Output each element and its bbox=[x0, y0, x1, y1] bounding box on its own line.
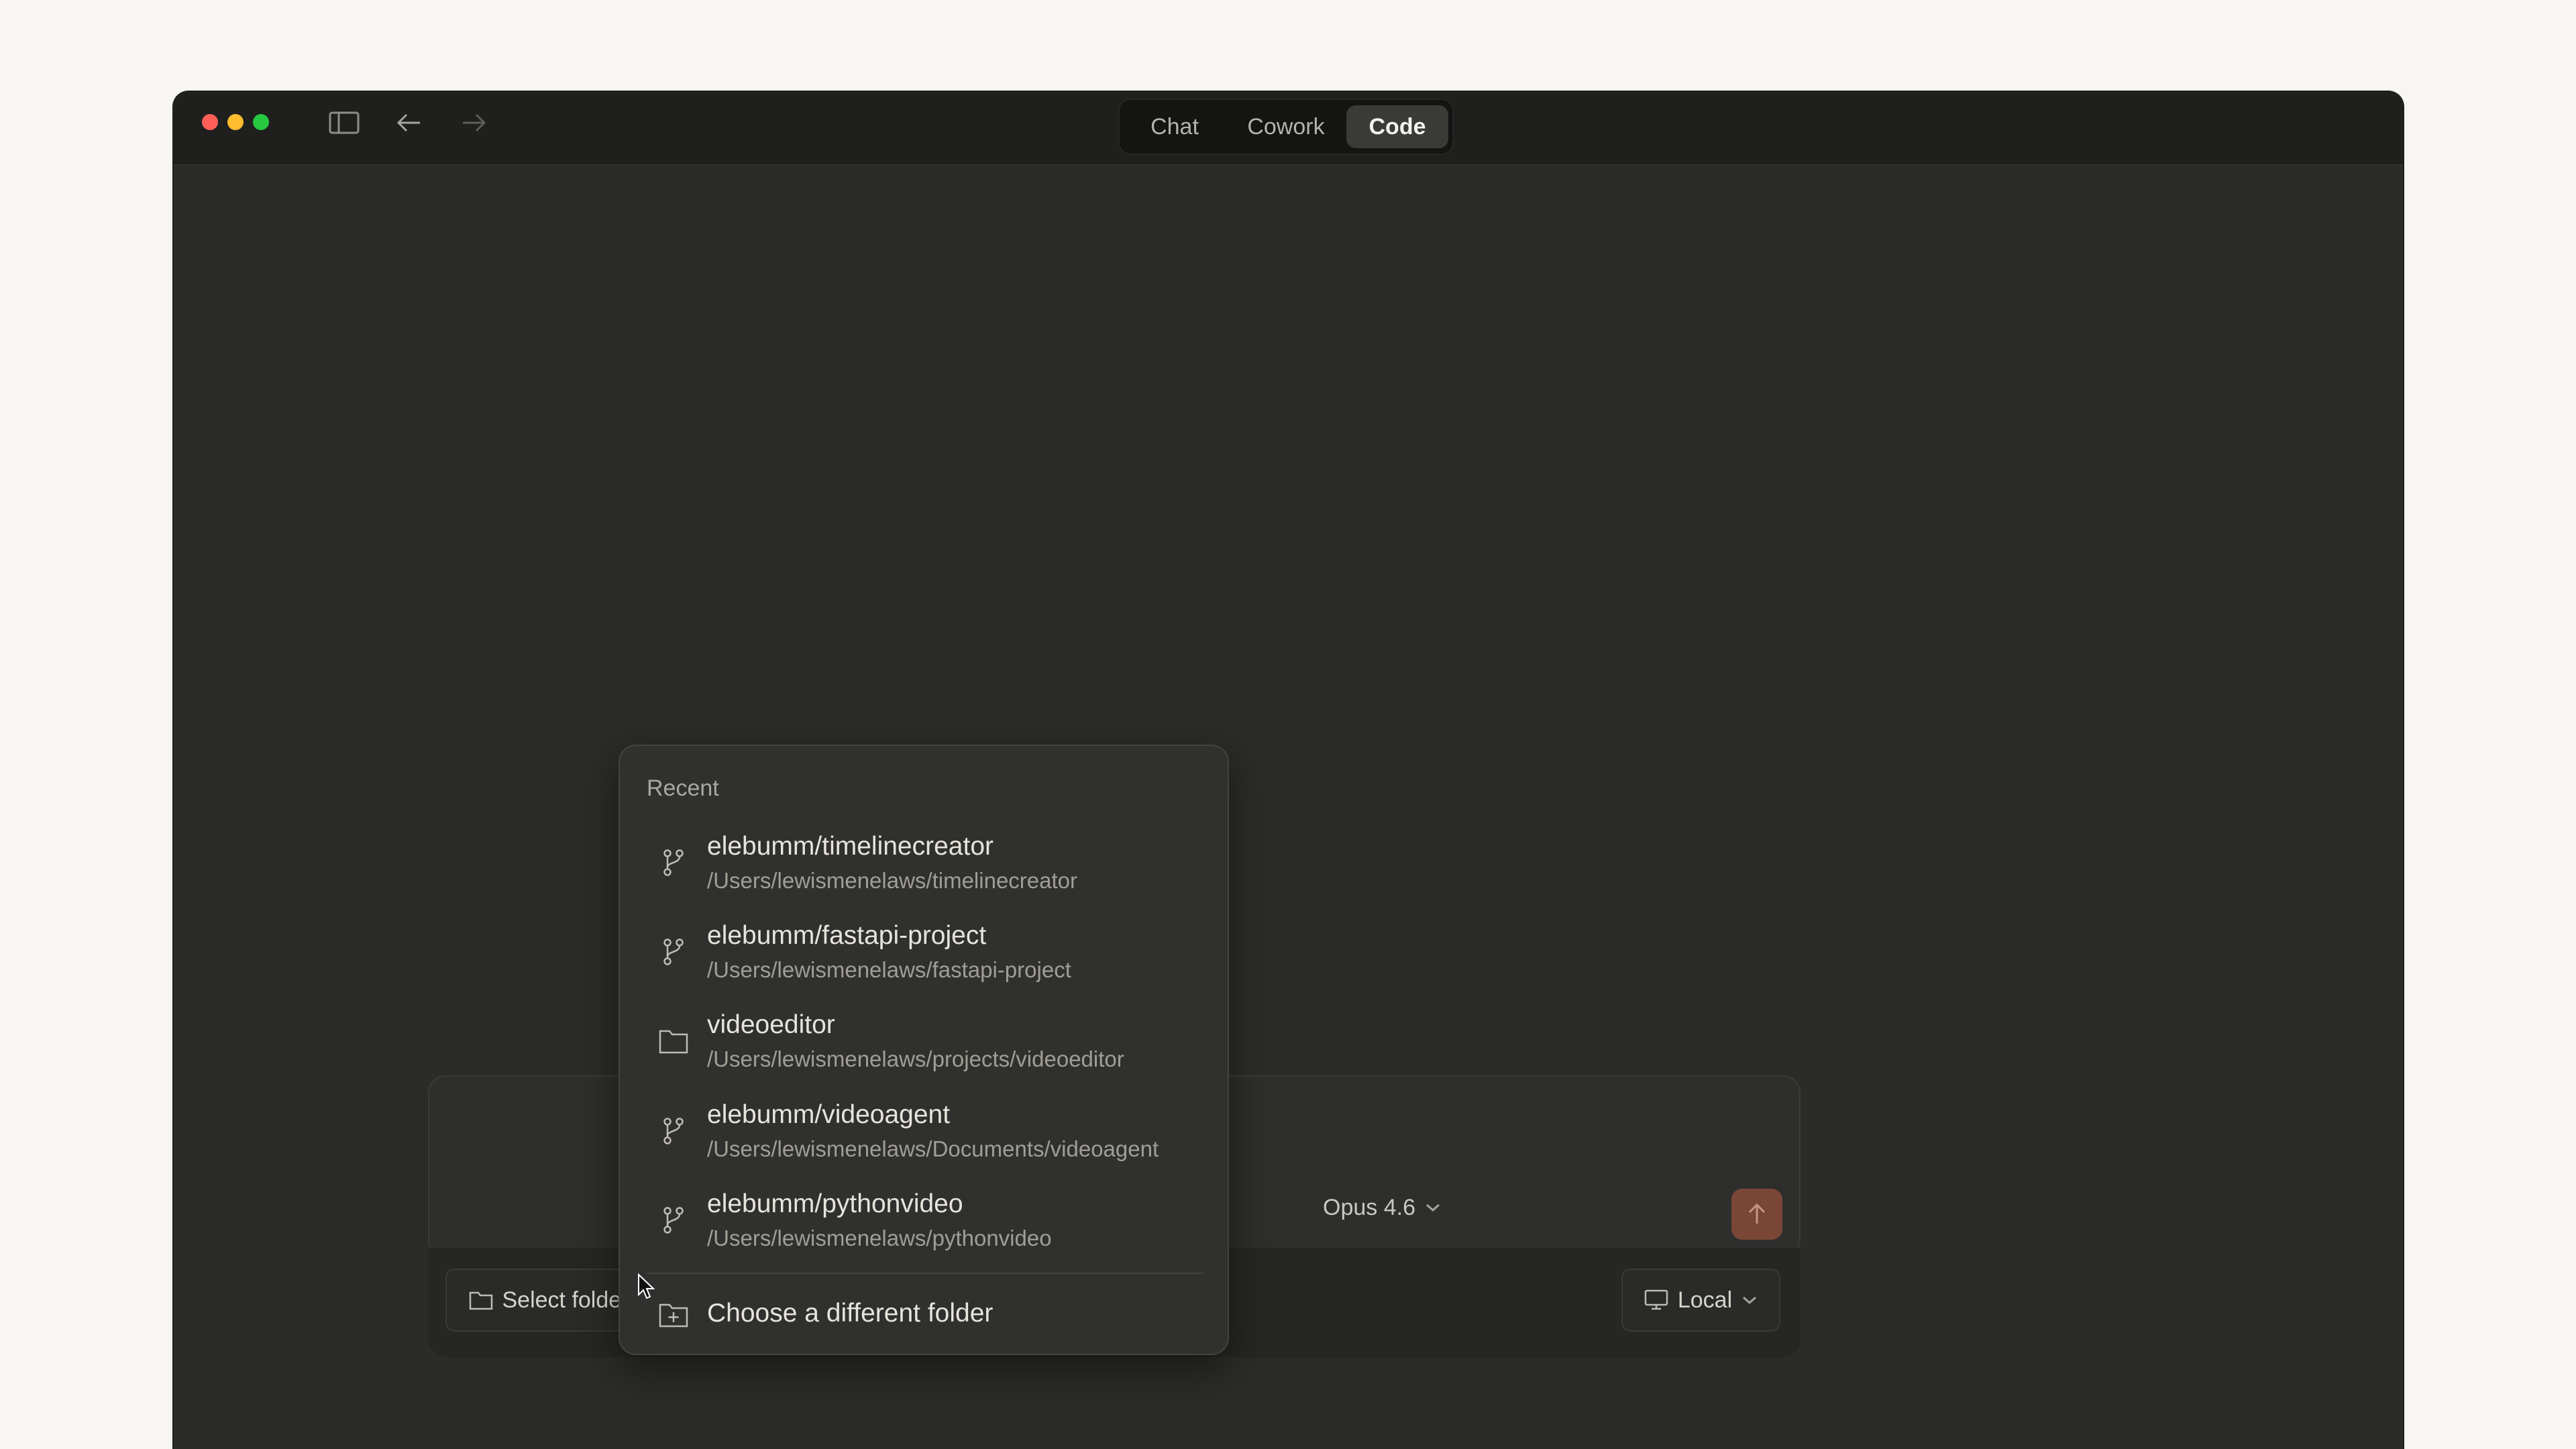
recent-folder-item[interactable]: videoeditor /Users/lewismenelaws/project… bbox=[628, 1000, 1221, 1085]
model-selector[interactable]: Opus 4.6 bbox=[1323, 1190, 1441, 1225]
select-folder-label: Select folder bbox=[502, 1287, 629, 1313]
folder-path: /Users/lewismenelaws/pythonvideo bbox=[707, 1226, 1052, 1250]
recent-folder-item[interactable]: elebumm/timelinecreator /Users/lewismene… bbox=[628, 821, 1221, 907]
dropdown-divider bbox=[647, 1273, 1203, 1274]
folder-name: elebumm/timelinecreator bbox=[707, 832, 994, 861]
folder-name: videoeditor bbox=[707, 1010, 835, 1039]
minimize-window-button[interactable] bbox=[227, 114, 244, 130]
model-label: Opus 4.6 bbox=[1323, 1194, 1415, 1220]
folder-icon bbox=[469, 1291, 492, 1310]
folder-plus-icon bbox=[656, 1297, 691, 1332]
folder-path: /Users/lewismenelaws/fastapi-project bbox=[707, 957, 1071, 982]
arrow-right-icon[interactable] bbox=[458, 109, 490, 136]
arrow-left-icon[interactable] bbox=[393, 109, 425, 136]
environment-selector[interactable]: Local bbox=[1621, 1269, 1780, 1332]
monitor-icon bbox=[1644, 1289, 1668, 1310]
recent-folder-item[interactable]: elebumm/pythonvideo /Users/lewismenelaws… bbox=[628, 1179, 1221, 1265]
title-bar: Chat Cowork Code bbox=[174, 92, 2403, 166]
folder-path: /Users/lewismenelaws/projects/videoedito… bbox=[707, 1046, 1124, 1071]
recent-folders-dropdown: Recent elebumm/timelinecreator /Users/le… bbox=[619, 745, 1229, 1355]
recent-folder-item[interactable]: elebumm/fastapi-project /Users/lewismene… bbox=[628, 910, 1221, 996]
tab-code[interactable]: Code bbox=[1346, 105, 1448, 148]
git-branch-icon bbox=[656, 934, 691, 969]
git-branch-icon bbox=[656, 1203, 691, 1238]
chevron-down-icon bbox=[1743, 1296, 1757, 1305]
folder-name: elebumm/fastapi-project bbox=[707, 921, 987, 950]
environment-label: Local bbox=[1677, 1287, 1733, 1313]
chevron-down-icon bbox=[1426, 1203, 1440, 1212]
folder-path: /Users/lewismenelaws/timelinecreator bbox=[707, 868, 1078, 893]
git-branch-icon bbox=[656, 845, 691, 880]
mode-switcher: Chat Cowork Code bbox=[1118, 99, 1454, 155]
close-window-button[interactable] bbox=[202, 114, 218, 130]
arrow-up-icon bbox=[1748, 1203, 1766, 1224]
send-button[interactable] bbox=[1731, 1189, 1782, 1240]
folder-name: elebumm/videoagent bbox=[707, 1100, 951, 1129]
tab-chat[interactable]: Chat bbox=[1134, 105, 1215, 148]
maximize-window-button[interactable] bbox=[253, 114, 269, 130]
recent-folder-item[interactable]: elebumm/videoagent /Users/lewismenelaws/… bbox=[628, 1089, 1221, 1175]
mouse-cursor-icon bbox=[637, 1273, 656, 1303]
tab-cowork[interactable]: Cowork bbox=[1234, 105, 1338, 148]
folder-name: elebumm/pythonvideo bbox=[707, 1189, 963, 1218]
sidebar-toggle-icon[interactable] bbox=[328, 109, 360, 136]
choose-different-folder-button[interactable]: Choose a different folder bbox=[628, 1283, 1221, 1346]
choose-folder-label: Choose a different folder bbox=[707, 1299, 994, 1328]
git-branch-icon bbox=[656, 1114, 691, 1148]
folder-path: /Users/lewismenelaws/Documents/videoagen… bbox=[707, 1136, 1159, 1161]
folder-icon bbox=[656, 1024, 691, 1059]
dropdown-header: Recent bbox=[647, 775, 719, 801]
